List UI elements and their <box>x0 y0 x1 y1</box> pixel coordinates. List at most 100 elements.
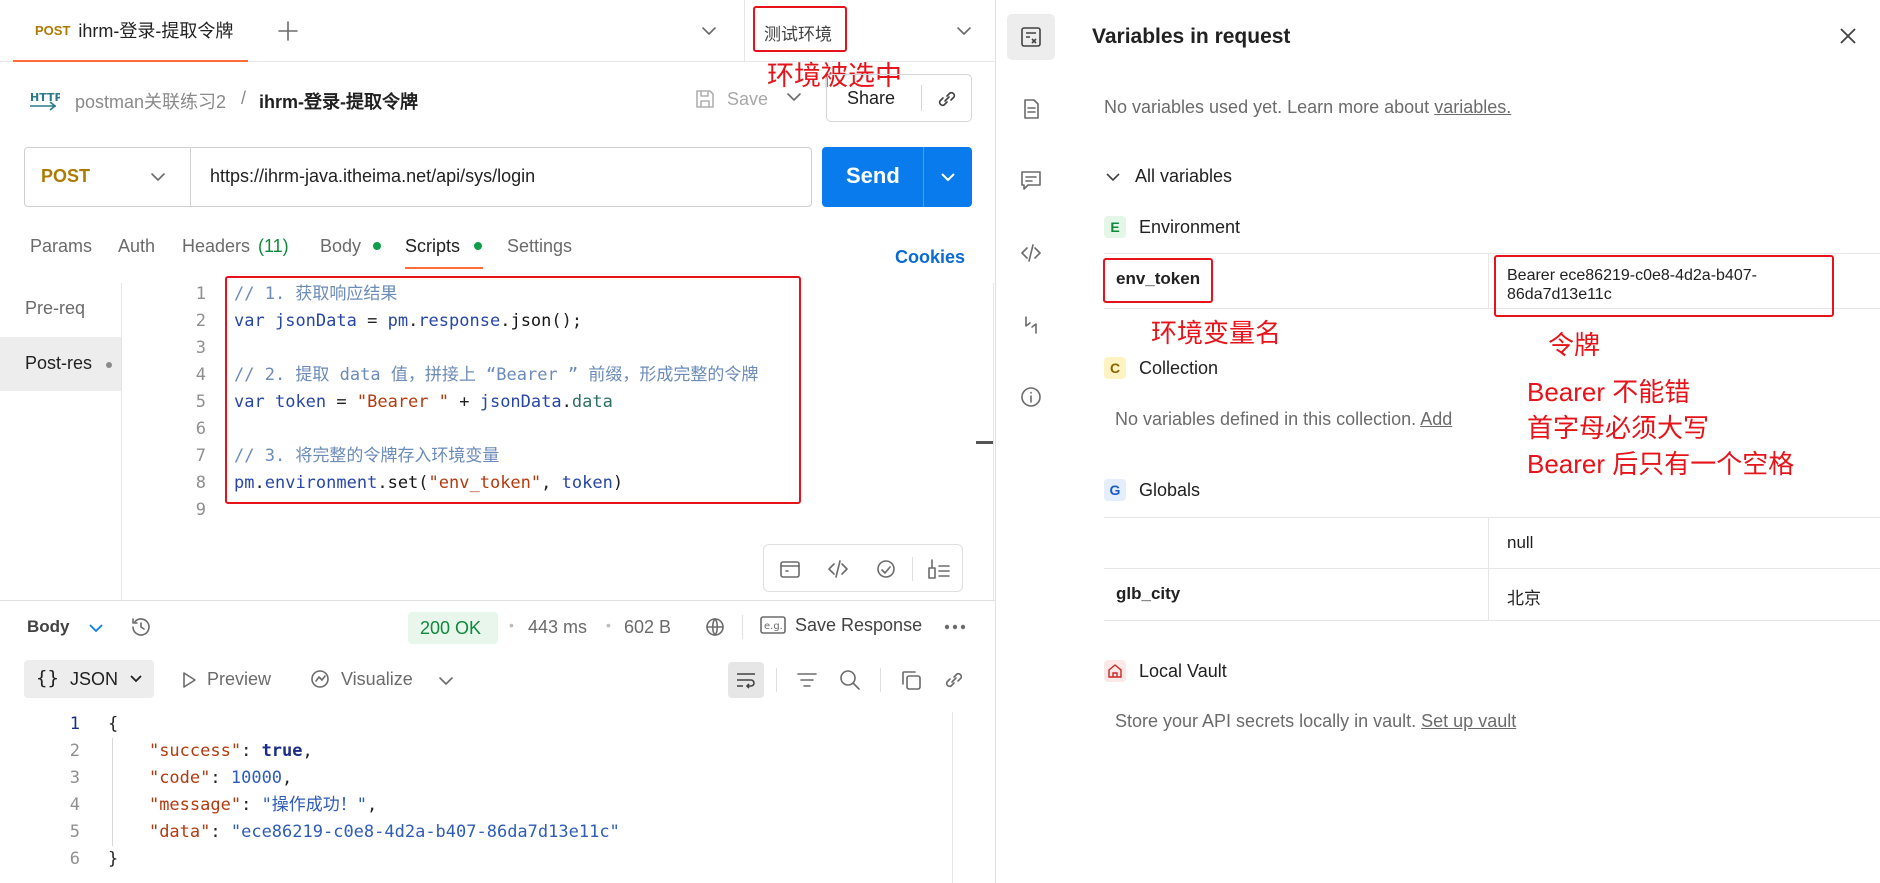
network-icon[interactable] <box>704 615 730 639</box>
collection-empty-text: No variables defined in this collection. <box>1115 409 1417 429</box>
add-variable-link[interactable]: Add <box>1420 409 1452 429</box>
code-icon[interactable] <box>826 557 850 581</box>
response-line-number: 3 <box>69 768 80 788</box>
global-row-2-key: glb_city <box>1116 584 1181 603</box>
visualize-label: Visualize <box>341 668 413 689</box>
globals-label: Globals <box>1139 480 1201 500</box>
response-line-number: 6 <box>69 849 80 869</box>
save-label: Save <box>727 88 769 109</box>
tab-params[interactable]: Params <box>30 236 92 257</box>
wrap-lines-button[interactable] <box>728 662 764 698</box>
send-dropdown-icon[interactable] <box>939 168 957 186</box>
snippet-icon[interactable] <box>778 557 802 581</box>
share-button[interactable]: Share <box>847 88 895 109</box>
annotation-note-3: Bearer 后只有一个空格 <box>1527 449 1795 479</box>
script-line-number: 4 <box>195 365 206 385</box>
script-side-tabs: Pre-req Post-res <box>0 283 122 600</box>
svg-text:e.g.: e.g. <box>764 621 783 632</box>
script-line-number: 1 <box>195 284 206 304</box>
annotation-key-box <box>1103 258 1213 303</box>
url-bar: POST https://ihrm-java.itheima.net/api/s… <box>24 147 812 207</box>
response-line-number: 4 <box>69 795 80 815</box>
send-button[interactable]: Send <box>822 147 972 207</box>
environment-badge: E <box>1104 216 1126 238</box>
script-tab-post-response[interactable]: Post-res <box>0 337 121 391</box>
format-label: JSON <box>70 669 119 689</box>
visualize-button[interactable]: Visualize <box>308 667 413 691</box>
visualize-icon <box>311 670 329 688</box>
vault-icon <box>1104 660 1126 682</box>
annotation-env-var-name: 环境变量名 <box>1151 318 1282 348</box>
status-badge: 200 OK <box>408 612 498 644</box>
dot-sep-2: • <box>606 617 611 633</box>
save-dropdown-icon[interactable] <box>785 88 803 106</box>
response-body-label[interactable]: Body <box>27 617 70 637</box>
http-badge-text: HTTP <box>30 91 60 104</box>
headers-count: (11) <box>258 236 289 256</box>
ai-assist-icon[interactable] <box>874 557 898 581</box>
tab-settings[interactable]: Settings <box>507 236 572 257</box>
method-select[interactable]: POST <box>41 166 90 187</box>
annotation-value-box <box>1494 255 1834 317</box>
response-line: "code": 10000, <box>148 768 293 788</box>
globals-badge: G <box>1104 479 1126 501</box>
breadcrumb-request: ihrm-登录-提取令牌 <box>259 92 418 112</box>
editor-toolbar <box>763 544 963 592</box>
method-dropdown-icon[interactable] <box>149 168 167 186</box>
variables-link[interactable]: variables. <box>1434 97 1511 117</box>
visualize-dropdown-icon[interactable] <box>437 672 455 690</box>
response-body-dropdown-icon[interactable] <box>87 619 105 637</box>
new-tab-icon[interactable] <box>277 20 299 42</box>
script-line-number: 5 <box>195 392 206 412</box>
response-line: "data": "ece86219-c0e8-4d2a-b407-86da7d1… <box>148 822 620 842</box>
preview-button[interactable]: Preview <box>180 669 271 690</box>
copy-icon[interactable] <box>899 668 923 692</box>
tab-scripts[interactable]: Scripts <box>405 236 460 257</box>
response-line-number: 2 <box>69 741 80 761</box>
annotation-token: 令牌 <box>1548 330 1601 360</box>
script-tab-pre-request[interactable]: Pre-req <box>25 298 85 319</box>
clean-icon[interactable] <box>926 557 952 581</box>
script-line-number: 8 <box>195 473 206 493</box>
all-variables-toggle[interactable]: All variables <box>1105 166 1232 187</box>
close-icon[interactable] <box>1837 25 1859 47</box>
body-dot <box>373 242 381 250</box>
annotation-note-1: Bearer 不能错 <box>1527 377 1691 407</box>
url-input[interactable]: https://ihrm-java.itheima.net/api/sys/lo… <box>210 166 535 187</box>
breadcrumb-collection[interactable]: postman关联练习2 <box>75 88 226 114</box>
request-tab[interactable]: POST ihrm-登录-提取令牌 <box>13 0 248 62</box>
more-options-icon[interactable] <box>943 620 967 634</box>
collection-badge: C <box>1104 357 1126 379</box>
response-line-number: 1 <box>69 714 80 734</box>
chevron-down-icon <box>1106 172 1120 181</box>
link-icon[interactable] <box>942 668 966 692</box>
annotation-note-2: 首字母必须大写 <box>1527 413 1710 443</box>
tabs-dropdown-icon[interactable] <box>700 22 718 40</box>
response-line-number: 5 <box>69 822 80 842</box>
tab-body[interactable]: Body <box>320 236 361 257</box>
tab-headers[interactable]: Headers <box>182 236 250 257</box>
panel-title: Variables in request <box>1092 25 1291 48</box>
scripts-tab-underline <box>405 267 483 269</box>
copy-link-icon[interactable] <box>934 86 960 112</box>
setup-vault-link[interactable]: Set up vault <box>1421 711 1516 731</box>
tab-method: POST <box>35 22 71 38</box>
save-response-button[interactable]: e.g. Save Response <box>760 614 922 636</box>
annotation-script-box <box>225 276 801 504</box>
request-pane: POST ihrm-登录-提取令牌 测试环境 环境被选中 HTTP postma… <box>0 0 996 883</box>
save-button[interactable]: Save <box>693 84 768 114</box>
format-select[interactable]: {} JSON <box>24 660 154 698</box>
save-icon <box>696 90 714 108</box>
cookies-link[interactable]: Cookies <box>895 247 965 268</box>
scripts-dot <box>474 242 482 250</box>
history-icon[interactable] <box>129 615 153 639</box>
global-row-1-value[interactable]: null <box>1507 533 1533 553</box>
global-row-2-value[interactable]: 北京 <box>1507 584 1541 609</box>
tab-auth[interactable]: Auth <box>118 236 155 257</box>
editor-scrollbar[interactable] <box>976 441 994 444</box>
intro-text: No variables used yet. Learn more about <box>1104 97 1430 117</box>
search-icon[interactable] <box>838 668 862 692</box>
preview-label: Preview <box>207 669 272 689</box>
filter-icon[interactable] <box>795 668 819 692</box>
script-line-number: 7 <box>195 446 206 466</box>
